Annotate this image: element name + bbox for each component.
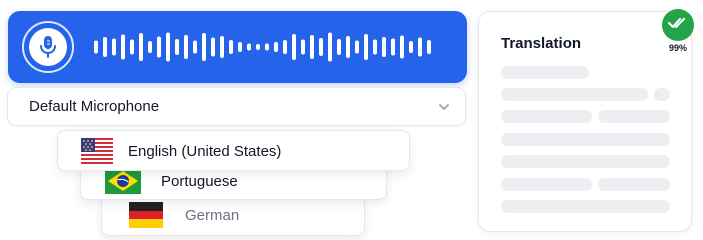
waveform-bar — [265, 43, 269, 51]
confidence-value: 99% — [668, 43, 687, 53]
text-placeholder-line — [501, 66, 589, 79]
waveform-bar — [193, 40, 197, 54]
waveform-bar — [184, 35, 188, 59]
text-placeholder-line — [501, 133, 670, 146]
waveform-bar — [382, 37, 386, 57]
waveform-bar — [229, 40, 233, 54]
waveform-bar — [409, 41, 413, 53]
brazil-flag-icon — [105, 168, 141, 194]
waveform-bar — [256, 44, 260, 50]
waveform-bar — [400, 35, 404, 59]
translation-title: Translation — [501, 35, 582, 52]
waveform-bar — [346, 36, 350, 58]
text-placeholder-line — [501, 178, 592, 191]
waveform-bar — [121, 34, 125, 60]
waveform-bar — [364, 34, 368, 60]
chevron-down-icon — [437, 100, 451, 114]
language-label-english: English (United States) — [128, 143, 282, 160]
waveform-bar — [292, 34, 296, 60]
voice-recorder-bar — [8, 11, 467, 83]
text-placeholder-line — [654, 88, 670, 101]
waveform-bar — [301, 39, 305, 55]
text-placeholder-line — [501, 88, 648, 101]
translation-panel: Translation — [478, 11, 692, 232]
audio-waveform — [94, 11, 444, 83]
waveform-bar — [94, 40, 98, 54]
microphone-select[interactable]: Default Microphone — [7, 87, 466, 126]
waveform-bar — [319, 38, 323, 56]
microphone-select-value: Default Microphone — [29, 98, 160, 115]
waveform-bar — [418, 37, 422, 57]
waveform-bar — [427, 40, 431, 54]
waveform-bar — [130, 39, 134, 55]
waveform-bar — [283, 40, 287, 54]
language-label-german: German — [185, 207, 240, 224]
waveform-bar — [310, 35, 314, 59]
waveform-bar — [247, 43, 251, 51]
waveform-bar — [103, 37, 107, 57]
voice-translator-widget: Default Microphone German Portuguese Eng… — [0, 0, 703, 240]
waveform-bar — [157, 36, 161, 58]
germany-flag-icon — [129, 202, 163, 228]
waveform-bar — [238, 42, 242, 52]
waveform-bar — [355, 40, 359, 54]
text-placeholder-line — [501, 110, 592, 123]
waveform-bar — [391, 38, 395, 56]
waveform-bar — [337, 39, 341, 55]
language-option-german[interactable]: German — [101, 196, 365, 236]
waveform-bar — [139, 33, 143, 61]
waveform-bar — [175, 39, 179, 55]
text-placeholder-line — [598, 178, 670, 191]
waveform-bar — [166, 32, 170, 62]
text-placeholder-line — [598, 110, 670, 123]
waveform-bar — [274, 42, 278, 52]
text-placeholder-line — [501, 155, 670, 168]
waveform-bar — [148, 41, 152, 53]
us-flag-icon — [81, 138, 113, 164]
waveform-bar — [220, 36, 224, 58]
confidence-badge — [662, 9, 694, 41]
waveform-bar — [328, 32, 332, 62]
waveform-bar — [112, 38, 116, 56]
microphone-icon — [29, 28, 67, 66]
text-placeholder-line — [501, 200, 670, 213]
language-label-portuguese: Portuguese — [161, 173, 238, 190]
waveform-bar — [373, 39, 377, 55]
waveform-bar — [202, 33, 206, 61]
language-option-english[interactable]: English (United States) — [57, 130, 410, 171]
double-check-icon — [667, 15, 689, 36]
record-button[interactable] — [22, 21, 74, 73]
waveform-bar — [211, 37, 215, 57]
